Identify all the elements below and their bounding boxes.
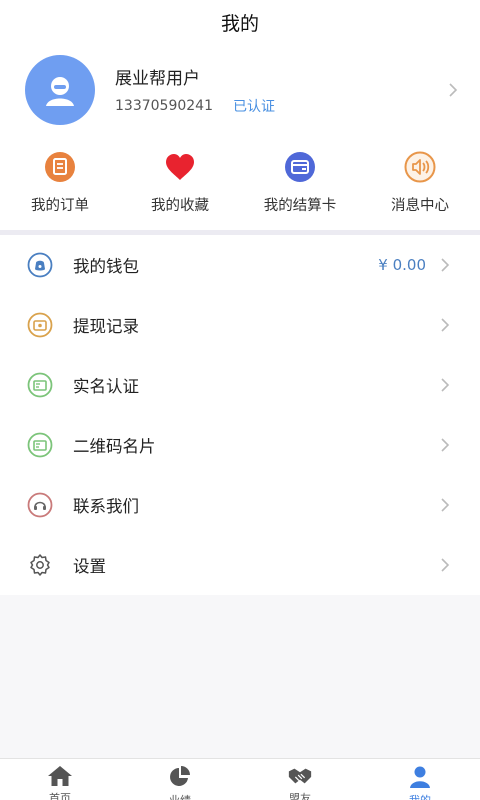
menu-label-contact-us: 联系我们 [73, 497, 139, 516]
quick-item-orders[interactable]: 我的订单 [0, 146, 120, 230]
heart-icon [163, 150, 197, 184]
menu-label-wallet: 我的钱包 [73, 257, 139, 276]
menu-item-withdraw-records[interactable]: 提现记录 [0, 295, 480, 355]
profile-name: 展业帮用户 [115, 69, 200, 89]
speaker-icon [403, 150, 437, 184]
quick-item-favorites[interactable]: 我的收藏 [120, 146, 240, 230]
menu-item-real-name-auth[interactable]: 实名认证 [0, 355, 480, 415]
chevron-right-icon [436, 256, 454, 274]
tab-mine[interactable]: 我的 [360, 759, 480, 800]
menu-label-real-name-auth: 实名认证 [73, 377, 139, 396]
bottom-tab-bar: 首页 业绩 盟友 我的 [0, 758, 480, 800]
empty-area [0, 596, 480, 756]
chevron-right-icon [436, 556, 454, 574]
id-card-icon [27, 372, 53, 398]
wallet-balance: ¥ 0.00 [378, 256, 426, 274]
menu-label-settings: 设置 [73, 557, 106, 576]
avatar[interactable] [25, 55, 95, 125]
tab-performance[interactable]: 业绩 [120, 759, 240, 800]
order-icon [43, 150, 77, 184]
menu-item-contact-us[interactable]: 联系我们 [0, 475, 480, 535]
quick-actions: 我的订单 我的收藏 我的结算卡 消息中心 [0, 136, 480, 230]
tab-allies[interactable]: 盟友 [240, 759, 360, 800]
menu-list: 我的钱包 ¥ 0.00 提现记录 实名认证 二维码名片 联系我们 设置 [0, 235, 480, 595]
quick-item-messages[interactable]: 消息中心 [360, 146, 480, 230]
withdraw-icon [27, 312, 53, 338]
verified-badge: 已认证 [232, 99, 275, 115]
chevron-right-icon [436, 376, 454, 394]
chevron-right-icon [436, 496, 454, 514]
page-title: 我的 [220, 12, 259, 35]
menu-item-settings[interactable]: 设置 [0, 535, 480, 595]
tab-home[interactable]: 首页 [0, 759, 120, 800]
profile-card[interactable]: 展业帮用户 13370590241 已认证 [0, 44, 480, 136]
tab-label-home: 首页 [49, 792, 71, 800]
profile-phone: 13370590241 [115, 98, 213, 114]
home-icon [47, 765, 73, 787]
user-icon [407, 765, 433, 789]
chevron-right-icon [436, 436, 454, 454]
qr-card-icon [27, 432, 53, 458]
quick-label-orders: 我的订单 [31, 198, 89, 214]
headset-icon [27, 492, 53, 518]
user-avatar-icon [46, 77, 74, 106]
quick-label-favorites: 我的收藏 [151, 198, 209, 214]
quick-item-settlement-card[interactable]: 我的结算卡 [240, 146, 360, 230]
menu-item-wallet[interactable]: 我的钱包 ¥ 0.00 [0, 235, 480, 295]
pie-chart-icon [167, 765, 193, 789]
menu-item-qr-card[interactable]: 二维码名片 [0, 415, 480, 475]
menu-label-qr-card: 二维码名片 [73, 437, 156, 456]
tab-label-allies: 盟友 [289, 792, 311, 800]
tab-label-performance: 业绩 [169, 792, 191, 800]
menu-label-withdraw-records: 提现记录 [73, 317, 139, 336]
page-header: 我的 [0, 0, 480, 44]
gear-icon [27, 552, 53, 578]
chevron-right-icon [444, 81, 462, 99]
tab-label-mine: 我的 [409, 792, 431, 800]
quick-label-settlement-card: 我的结算卡 [263, 198, 337, 214]
chevron-right-icon [436, 316, 454, 334]
card-icon [283, 150, 317, 184]
quick-label-messages: 消息中心 [391, 198, 449, 214]
handshake-icon [287, 765, 313, 787]
wallet-icon [27, 252, 53, 278]
